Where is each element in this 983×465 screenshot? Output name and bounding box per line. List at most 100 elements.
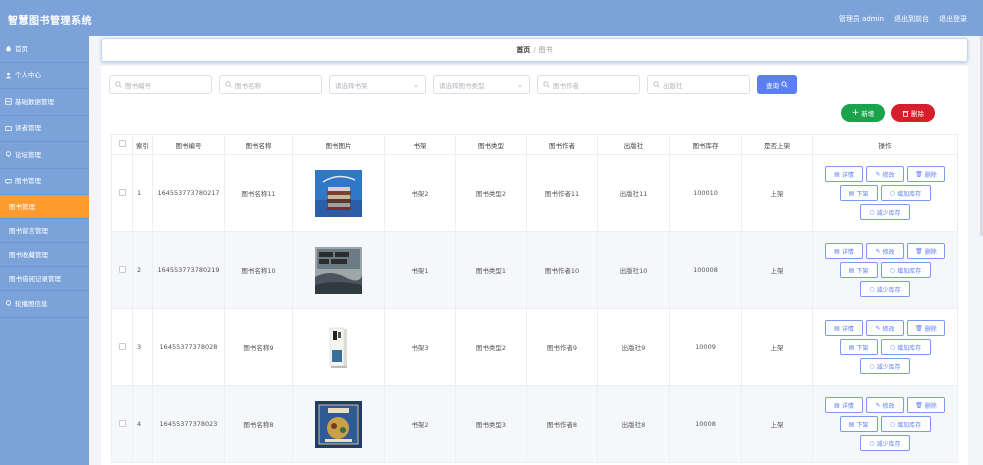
row-stock: 10008: [669, 385, 742, 463]
sidebar-item-basic-data[interactable]: 基础数据管理: [0, 89, 89, 116]
edit-button[interactable]: ✎ 修改: [866, 397, 904, 413]
row-book-name: 图书名称11: [224, 154, 293, 232]
sidebar-item-home[interactable]: 首页: [0, 36, 89, 63]
off-shelf-button-label: 下架: [856, 267, 869, 275]
search-icon: [653, 81, 660, 88]
row-publisher: 出版社9: [597, 308, 670, 386]
detail-button[interactable]: ▤ 详情: [825, 320, 863, 336]
off-shelf-button[interactable]: ▤ 下架: [839, 185, 878, 201]
add-stock-button[interactable]: ○ 增加库存: [880, 416, 931, 432]
add-stock-button[interactable]: ○ 增加库存: [880, 339, 931, 355]
to-front-link[interactable]: 退出到前台: [894, 14, 929, 24]
edit-button-label: 修改: [882, 325, 895, 333]
shelf-placeholder: 请选择书架: [335, 81, 368, 90]
row-actions-cell: ▤ 详情 ✎ 修改 🗑︎ 删除 ▤ 下架 ○ 增加库存 ○ 减少库存: [812, 154, 958, 232]
sidebar-item-books[interactable]: 图书管理: [0, 169, 89, 195]
reduce-stock-button-label: 减少库存: [876, 286, 901, 294]
row-actions-cell: ▤ 详情 ✎ 修改 🗑︎ 删除 ▤ 下架 ○ 增加库存 ○ 减少库存: [812, 385, 958, 463]
sidebar-subitem-book-comments[interactable]: 图书留言管理: [0, 219, 89, 243]
row-actions: ▤ 详情 ✎ 修改 🗑︎ 删除 ▤ 下架 ○ 增加库存 ○ 减少库存: [822, 397, 948, 451]
row-checkbox[interactable]: [118, 419, 126, 427]
sidebar: 首页 个人中心 基础数据管理 读者管理 论坛管理 图书管理 图书管理 图书留言管…: [0, 36, 89, 465]
row-shelf: 书架2: [384, 154, 456, 232]
publisher-input[interactable]: 出版社: [647, 75, 750, 94]
top-links: 管理员 admin 退出到前台 退出登录: [839, 14, 967, 24]
sidebar-subitem-book-favorites[interactable]: 图书收藏管理: [0, 243, 89, 267]
row-select-cell: [111, 308, 133, 386]
sidebar-item-label: 读者管理: [15, 124, 41, 132]
book-cover-image: [315, 169, 362, 217]
select-all-cell[interactable]: [111, 134, 133, 155]
add-button[interactable]: + 新增: [841, 104, 885, 122]
batch-delete-button[interactable]: 删除: [891, 104, 935, 122]
delete-button[interactable]: 🗑︎ 删除: [907, 166, 945, 182]
search-button[interactable]: 查询: [757, 75, 797, 94]
reduce-stock-button[interactable]: ○ 减少库存: [860, 435, 910, 451]
delete-button-label: 删除: [924, 402, 937, 410]
add-stock-button[interactable]: ○ 增加库存: [880, 262, 931, 278]
row-book-name: 图书名称10: [224, 231, 293, 309]
row-shelf: 书架2: [384, 385, 456, 463]
sidebar-subitem-borrow-records[interactable]: 图书借阅记录管理: [0, 267, 89, 291]
edit-button[interactable]: ✎ 修改: [866, 243, 904, 259]
row-book-image-cell: [292, 154, 385, 232]
row-checkbox[interactable]: [118, 342, 126, 350]
detail-button[interactable]: ▤ 详情: [825, 166, 863, 182]
row-index: 4: [132, 385, 153, 463]
row-book-name: 图书名称8: [224, 385, 293, 463]
author-input[interactable]: 图书作者: [537, 75, 640, 94]
delete-button[interactable]: 🗑︎ 删除: [907, 397, 945, 413]
book-no-input[interactable]: 图书编号: [109, 75, 212, 94]
edit-button[interactable]: ✎ 修改: [866, 166, 904, 182]
off-shelf-button[interactable]: ▤ 下架: [839, 262, 878, 278]
search-icon: [225, 81, 232, 88]
sidebar-item-readers[interactable]: 读者管理: [0, 116, 89, 142]
logout-link[interactable]: 退出登录: [939, 14, 967, 24]
row-book-no: 16455377378023: [152, 385, 225, 463]
off-shelf-button-label: 下架: [856, 190, 869, 198]
filter-bar: 图书编号 图书名称 请选择书架 ⌄ 请选择图书类型 ⌄ 图书作者 出版社 查询: [109, 75, 797, 94]
reduce-stock-button[interactable]: ○ 减少库存: [860, 358, 910, 374]
detail-button[interactable]: ▤ 详情: [825, 397, 863, 413]
reduce-stock-button[interactable]: ○ 减少库存: [860, 204, 910, 220]
trash-icon: 🗑︎: [915, 324, 923, 332]
row-checkbox[interactable]: [118, 188, 126, 196]
reduce-stock-button[interactable]: ○ 减少库存: [860, 281, 910, 297]
sidebar-item-forum[interactable]: 论坛管理: [0, 142, 89, 169]
breadcrumb-separator: /: [533, 46, 536, 54]
book-cover-image: [315, 323, 362, 371]
row-index: 2: [132, 231, 153, 309]
header-actions: 操作: [812, 134, 958, 155]
sidebar-item-carousel[interactable]: 轮播图信息: [0, 291, 89, 318]
detail-button[interactable]: ▤ 详情: [825, 243, 863, 259]
doc-icon: ▤: [848, 343, 855, 351]
add-stock-button-label: 增加库存: [897, 267, 922, 275]
sidebar-item-label: 个人中心: [15, 71, 41, 79]
breadcrumb-home[interactable]: 首页: [516, 46, 530, 54]
book-type-select[interactable]: 请选择图书类型 ⌄: [433, 75, 530, 94]
sidebar-subitem-book-manage[interactable]: 图书管理: [0, 195, 89, 219]
edit-button[interactable]: ✎ 修改: [866, 320, 904, 336]
book-name-placeholder: 图书名称: [235, 81, 261, 90]
doc-icon: ▤: [848, 266, 855, 274]
row-publisher: 出版社10: [597, 231, 670, 309]
sidebar-item-profile[interactable]: 个人中心: [0, 63, 89, 89]
row-stock: 100008: [669, 231, 742, 309]
book-name-input[interactable]: 图书名称: [219, 75, 322, 94]
off-shelf-button[interactable]: ▤ 下架: [839, 339, 878, 355]
edit-button-label: 修改: [882, 248, 895, 256]
delete-button[interactable]: 🗑︎ 删除: [907, 320, 945, 336]
delete-button[interactable]: 🗑︎ 删除: [907, 243, 945, 259]
row-actions: ▤ 详情 ✎ 修改 🗑︎ 删除 ▤ 下架 ○ 增加库存 ○ 减少库存: [822, 166, 948, 220]
select-all-checkbox[interactable]: [118, 140, 126, 147]
table-row: 3 16455377378028 图书名称9 书架3 图书类型2 图书作者9 出…: [111, 308, 958, 386]
row-checkbox[interactable]: [118, 265, 126, 273]
table-row: 2 164553773780219 图书名称10 书架1 图书类型1 图书作者1…: [111, 231, 958, 309]
shelf-select[interactable]: 请选择书架 ⌄: [329, 75, 426, 94]
off-shelf-button[interactable]: ▤ 下架: [839, 416, 878, 432]
pencil-icon: ✎: [875, 247, 881, 255]
book-type-placeholder: 请选择图书类型: [439, 81, 485, 90]
add-stock-button[interactable]: ○ 增加库存: [880, 185, 931, 201]
trash-icon: [902, 110, 909, 117]
breadcrumb-current: 图书: [538, 46, 553, 54]
